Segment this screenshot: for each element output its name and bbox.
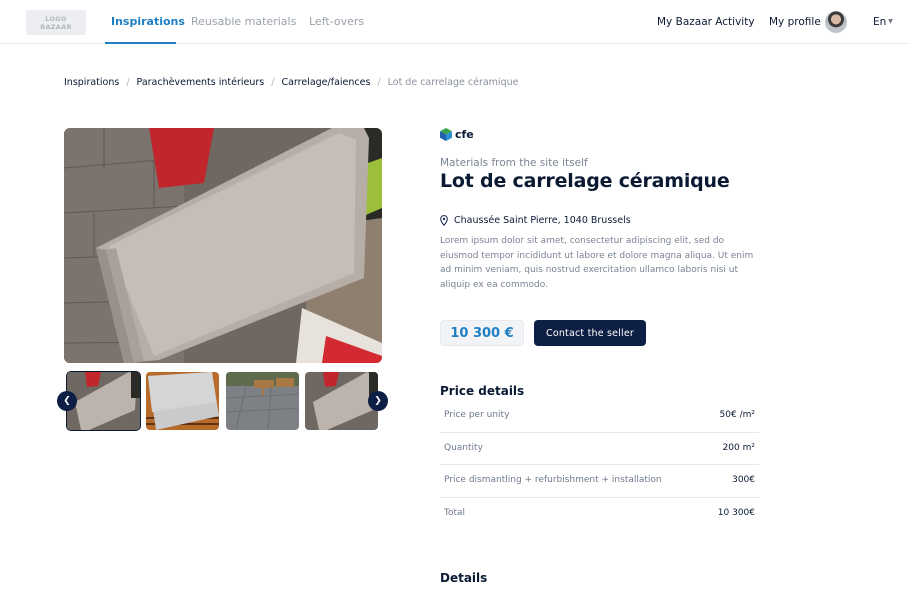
my-bazaar-activity-link[interactable]: My Bazaar Activity	[657, 16, 755, 28]
price-tag: 10 300 €	[440, 320, 524, 346]
breadcrumb-item-current: Lot de carrelage céramique	[387, 77, 519, 88]
product-main-image[interactable]	[64, 128, 382, 363]
row-value: 50€ /m²	[719, 410, 755, 420]
address-text: Chaussée Saint Pierre, 1040 Brussels	[454, 215, 631, 226]
logo[interactable]: LOGO BAZAAR	[26, 10, 86, 35]
brand-name: cfe	[455, 128, 474, 141]
gallery-next-button[interactable]: ❯	[368, 391, 388, 411]
tab-reusable-materials[interactable]: Reusable materials	[191, 15, 296, 28]
row-label: Total	[444, 507, 466, 518]
breadcrumb-item-finishes[interactable]: Parachèvements intérieurs	[137, 77, 265, 88]
row-value: 10 300€	[717, 507, 755, 518]
brand-logo: cfe	[440, 128, 474, 141]
table-row: Price dismantling + refurbishment + inst…	[440, 465, 759, 498]
product-description: Lorem ipsum dolor sit amet, consectetur …	[440, 236, 754, 290]
thumbnail-3[interactable]	[226, 372, 299, 430]
row-label: Price dismantling + refurbishment + inst…	[444, 475, 662, 485]
top-navbar: LOGO BAZAAR Inspirations Reusable materi…	[0, 0, 910, 44]
thumbnail-1[interactable]	[66, 371, 141, 431]
product-subtitle: Materials from the site itself	[440, 157, 588, 169]
avatar[interactable]	[825, 11, 847, 33]
chevron-down-icon: ▼	[888, 18, 893, 25]
language-label: En	[873, 16, 887, 28]
table-row: Total 10 300€	[440, 498, 759, 531]
product-title: Lot de carrelage céramique	[440, 170, 730, 192]
breadcrumb: Inspirations / Parachèvements intérieurs…	[64, 77, 518, 88]
breadcrumb-item-inspirations[interactable]: Inspirations	[64, 77, 119, 88]
chevron-right-icon: ❯	[374, 396, 382, 406]
tab-left-overs[interactable]: Left-overs	[309, 15, 364, 28]
thumbnail-2[interactable]	[146, 372, 219, 430]
table-row: Quantity 200 m²	[440, 433, 759, 465]
breadcrumb-separator: /	[377, 77, 381, 88]
location-pin-icon	[440, 215, 448, 226]
price-details-heading: Price details	[440, 384, 525, 398]
product-address: Chaussée Saint Pierre, 1040 Brussels	[440, 215, 631, 226]
row-value: 200 m²	[722, 442, 755, 453]
row-label: Price per unity	[444, 410, 510, 420]
details-heading: Details	[440, 571, 488, 585]
my-profile-link[interactable]: My profile	[769, 16, 821, 28]
tab-inspirations[interactable]: Inspirations	[111, 15, 185, 28]
contact-seller-button[interactable]: Contact the seller	[534, 320, 646, 346]
row-label: Quantity	[444, 442, 483, 453]
language-selector[interactable]: En ▼	[873, 16, 893, 28]
gallery-prev-button[interactable]: ❮	[57, 391, 77, 411]
price-details-table: Price per unity 50€ /m² Quantity 200 m² …	[440, 400, 759, 530]
cfe-logo-icon	[440, 128, 452, 141]
active-tab-indicator	[105, 42, 176, 44]
breadcrumb-item-tiles[interactable]: Carrelage/faiences	[281, 77, 370, 88]
table-row: Price per unity 50€ /m²	[440, 400, 759, 433]
chevron-left-icon: ❮	[63, 396, 71, 406]
breadcrumb-separator: /	[271, 77, 275, 88]
breadcrumb-separator: /	[126, 77, 130, 88]
row-value: 300€	[732, 475, 755, 485]
